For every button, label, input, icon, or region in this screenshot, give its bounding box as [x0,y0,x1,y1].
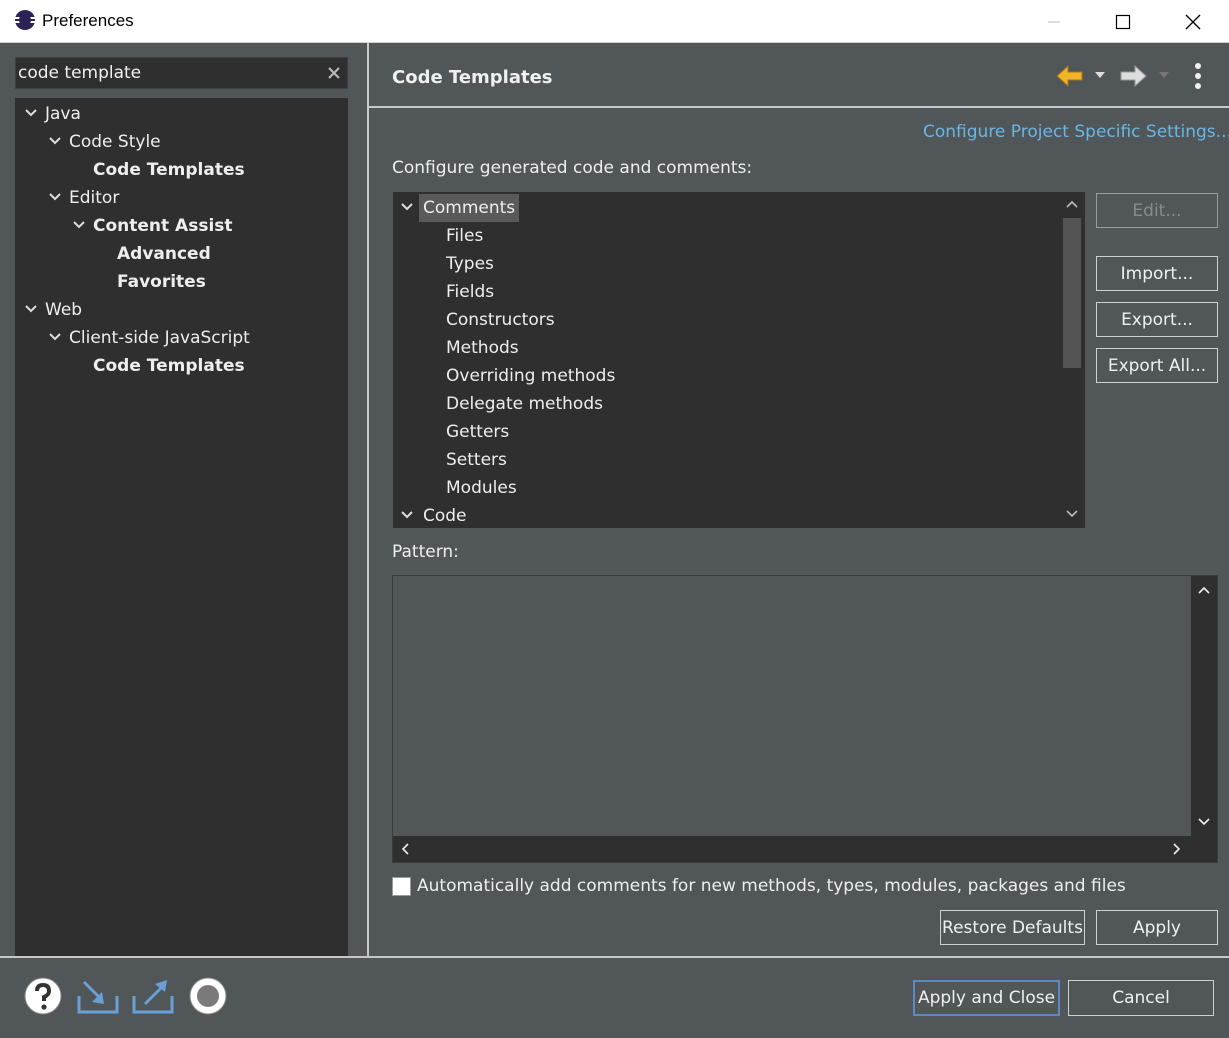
template-item[interactable]: Constructors [446,306,555,334]
export-all-button[interactable]: Export All... [1096,348,1218,383]
apply-button[interactable]: Apply [1096,910,1218,945]
scroll-right-icon[interactable] [1173,843,1181,855]
pattern-horizontal-scrollbar[interactable] [393,836,1217,862]
tree-item-content-assist[interactable]: Content Assist [93,212,233,240]
tree-item-client-side-javascript[interactable]: Client-side JavaScript [69,324,250,352]
title-bar: Preferences [0,0,1229,43]
chevron-down-icon[interactable] [400,510,414,520]
chevron-down-icon[interactable] [48,192,62,202]
template-item[interactable]: Types [446,250,494,278]
tree-item-code-style[interactable]: Code Style [69,128,161,156]
minimize-icon [1048,21,1060,22]
template-item[interactable]: Setters [446,446,507,474]
close-button[interactable] [1170,0,1216,43]
tree-item-advanced[interactable]: Advanced [117,240,211,268]
help-icon[interactable] [23,976,63,1016]
cancel-button[interactable]: Cancel [1068,980,1214,1016]
pattern-label: Pattern: [392,542,459,562]
scroll-down-icon[interactable] [1198,818,1210,826]
template-item[interactable]: Modules [446,474,517,502]
page-title: Code Templates [392,67,553,88]
close-icon [1185,14,1201,29]
scroll-up-icon[interactable] [1198,586,1210,594]
pane-divider[interactable] [367,43,369,956]
back-arrow-icon[interactable] [1055,63,1085,89]
maximize-icon [1115,14,1131,29]
chevron-down-icon[interactable] [72,220,86,230]
pattern-vertical-scrollbar[interactable] [1191,576,1217,836]
tree-item-java[interactable]: Java [45,100,81,128]
filter-input[interactable] [18,61,318,85]
template-item[interactable]: Methods [446,334,519,362]
chevron-down-icon[interactable] [24,108,38,118]
chevron-down-icon[interactable] [24,304,38,314]
auto-comment-checkbox[interactable] [392,877,411,896]
filter-field[interactable] [15,57,348,89]
auto-comment-label[interactable]: Automatically add comments for new metho… [417,876,1126,896]
export-preferences-icon[interactable] [131,976,175,1016]
project-specific-settings-link[interactable]: Configure Project Specific Settings... [923,122,1229,142]
configure-label: Configure generated code and comments: [392,158,753,178]
template-item[interactable]: Fields [446,278,494,306]
scroll-down-icon[interactable] [1066,510,1078,518]
import-button[interactable]: Import... [1096,256,1218,291]
clear-filter-icon[interactable] [326,65,342,81]
template-item[interactable]: Files [446,222,483,250]
template-item[interactable]: Delegate methods [446,390,603,418]
oomph-preference-recorder-icon[interactable] [188,976,228,1016]
template-item[interactable]: Getters [446,418,509,446]
pattern-editor[interactable] [392,575,1218,863]
export-button[interactable]: Export... [1096,302,1218,337]
tree-item-editor[interactable]: Editor [69,184,119,212]
maximize-button[interactable] [1100,0,1146,43]
scroll-up-icon[interactable] [1066,200,1078,208]
template-tree-scrollbar[interactable] [1059,192,1085,528]
chevron-down-icon[interactable] [400,202,414,212]
chevron-down-icon[interactable] [48,136,62,146]
template-group-comments[interactable]: Comments [419,194,520,222]
eclipse-app-icon [13,8,37,32]
tree-item-favorites[interactable]: Favorites [117,268,206,296]
more-menu-icon[interactable] [1190,61,1206,91]
page-header: Code Templates [369,43,1229,108]
back-history-dropdown-icon[interactable] [1094,71,1106,79]
template-group-code[interactable]: Code [423,502,467,528]
minimize-button[interactable] [1031,0,1077,43]
header-separator [369,106,1229,108]
chevron-down-icon[interactable] [48,332,62,342]
template-tree[interactable]: Comments Files Types Fields Constructors… [392,191,1086,529]
edit-button[interactable]: Edit... [1096,193,1218,228]
scrollbar-thumb[interactable] [1063,218,1081,368]
window-title: Preferences [42,11,134,30]
restore-defaults-button[interactable]: Restore Defaults [940,910,1085,945]
forward-arrow-icon[interactable] [1118,63,1148,89]
apply-and-close-button[interactable]: Apply and Close [913,980,1060,1016]
tree-item-java-code-templates[interactable]: Code Templates [93,156,245,184]
tree-item-web[interactable]: Web [45,296,82,324]
import-preferences-icon[interactable] [76,976,120,1016]
dialog-footer: Apply and Close Cancel [0,956,1229,1038]
scroll-left-icon[interactable] [401,843,409,855]
preferences-tree[interactable]: Java Code Style Code Templates Editor Co… [15,98,348,956]
template-item[interactable]: Overriding methods [446,362,615,390]
forward-history-dropdown-icon[interactable] [1158,71,1170,79]
tree-item-js-code-templates[interactable]: Code Templates [93,352,245,380]
